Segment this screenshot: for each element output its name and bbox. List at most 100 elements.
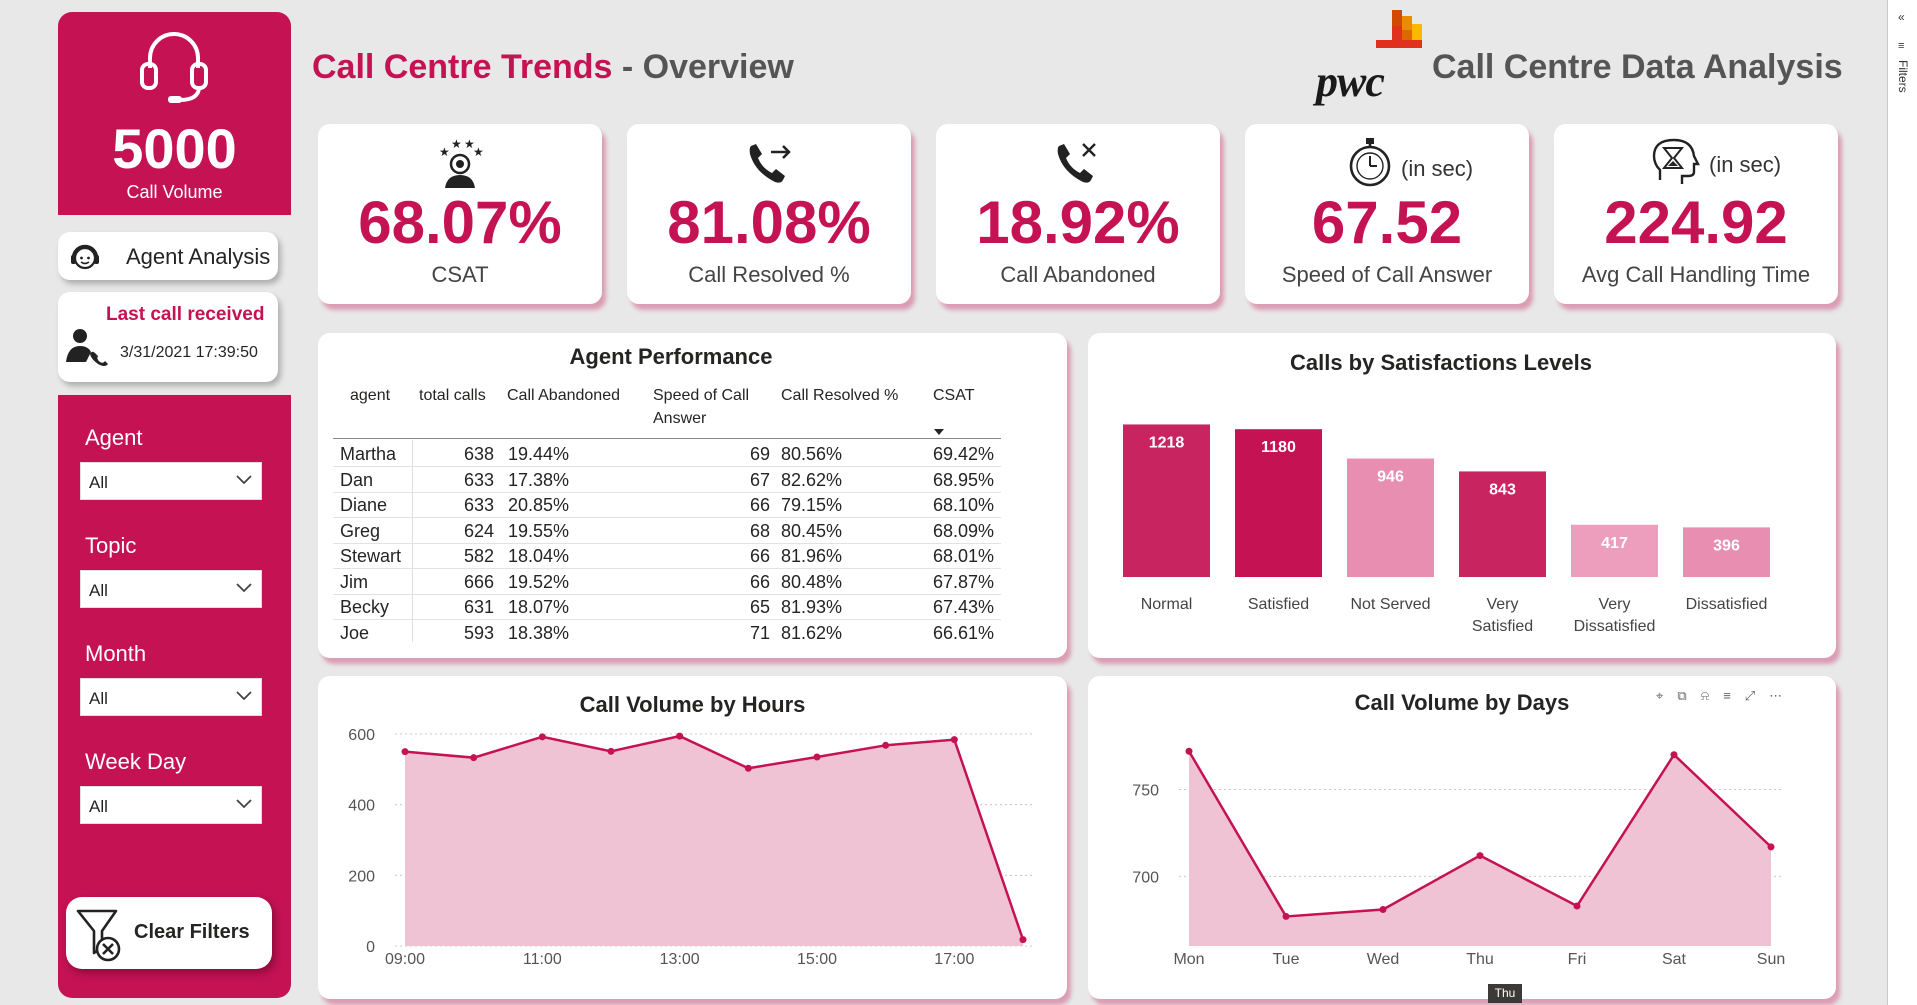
filter-icon: ≡	[1898, 40, 1905, 52]
table-cell: 638	[463, 444, 494, 464]
bar-value-label: 417	[1601, 535, 1628, 552]
kpi-label: CSAT	[431, 262, 489, 287]
table-cell: 593	[463, 622, 494, 643]
table-cell: 79.15%	[781, 495, 843, 515]
table-row[interactable]: Martha 638 19.44% 69 80.56% 69.42%	[333, 441, 1001, 467]
table-cell: 67.43%	[933, 597, 995, 617]
data-point	[470, 754, 478, 762]
data-point	[607, 747, 615, 755]
agent-headset-face-icon	[71, 244, 99, 270]
bar-value-label: 1218	[1149, 434, 1185, 451]
table-cell: Becky	[340, 597, 390, 617]
column-header-call-resolved[interactable]: Call Resolved %	[781, 387, 898, 405]
weekday-slicer-dropdown[interactable]: All	[80, 786, 262, 824]
table-cell: Stewart	[340, 546, 402, 566]
chevron-down-icon	[236, 475, 252, 485]
column-header-speed-of-answer[interactable]: Speed of Call	[653, 387, 749, 405]
satisfaction-bar-chart: 1218 Normal 1180 Satisfied 946 Not Served 843 V…	[1123, 424, 1770, 635]
category-label: Satisfied	[1248, 596, 1309, 613]
data-point	[744, 764, 752, 772]
table-row[interactable]: Diane 633 20.85% 66 79.15% 68.10%	[333, 492, 1001, 518]
topic-slicer-value: All	[89, 581, 108, 600]
chart-tooltip: Thu	[1488, 984, 1522, 1003]
kpi-value: 224.92	[1604, 189, 1788, 256]
table-cell: 67.87%	[933, 571, 995, 592]
kpi-card-call-abandoned: 18.92% Call Abandoned	[936, 124, 1220, 304]
month-slicer-label: Month	[85, 641, 147, 666]
x-tick-label: 09:00	[385, 951, 425, 968]
month-slicer-dropdown[interactable]: All	[80, 678, 262, 716]
column-header-agent[interactable]: agent	[350, 387, 390, 405]
table-cell: 68.09%	[933, 520, 995, 541]
phone-forward-icon	[749, 144, 791, 183]
kpi-card-call-resolved: 81.08% Call Resolved %	[627, 124, 911, 304]
kpi-unit: (in sec)	[1709, 152, 1782, 177]
table-header-divider	[333, 438, 1001, 439]
call-volume-value: 5000	[112, 117, 237, 180]
table-cell: 19.55%	[508, 520, 570, 541]
agent-analysis-button[interactable]: Agent Analysis	[58, 232, 278, 280]
pwc-logo-text: pwc	[1316, 57, 1385, 106]
table-cell: 18.07%	[508, 597, 570, 617]
agent-slicer-dropdown[interactable]: All	[80, 462, 262, 500]
table-cell: 71	[749, 622, 770, 643]
chevron-down-icon	[236, 799, 252, 809]
header-right-title: Call Centre Data Analysis	[1432, 48, 1843, 86]
filters-pane-collapsed[interactable]: « ≡ Filters	[1887, 0, 1917, 1005]
weekday-slicer-value: All	[89, 797, 108, 816]
table-row[interactable]: Greg 624 19.55% 68 80.45% 68.09%	[333, 518, 1001, 544]
table-row[interactable]: Joe 593 18.38% 71 81.62% 66.61%	[333, 620, 1001, 646]
kpi-label: Call Abandoned	[1000, 262, 1156, 287]
y-tick-label: 400	[348, 798, 375, 815]
y-tick-label: 700	[1132, 869, 1159, 886]
table-cell: Greg	[340, 520, 381, 541]
x-tick-label: Sun	[1757, 951, 1785, 968]
column-header-speed-of-answer-line2[interactable]: Answer	[653, 410, 706, 428]
svg-text:★: ★	[451, 138, 462, 151]
table-row[interactable]: Jim 666 19.52% 66 80.48% 67.87%	[333, 569, 1001, 595]
table-row[interactable]: Stewart 582 18.04% 66 81.96% 68.01%	[333, 543, 1001, 569]
table-row[interactable]: Dan 633 17.38% 67 82.62% 68.95%	[333, 467, 1001, 493]
table-cell: 65	[749, 597, 770, 617]
agent-performance-title: Agent Performance	[569, 344, 773, 369]
agent-slicer-label: Agent	[85, 425, 143, 450]
x-tick-label: Sat	[1662, 951, 1687, 968]
table-row[interactable]: Becky 631 18.07% 65 81.93% 67.43%	[333, 594, 1001, 620]
clear-filters-button[interactable]: Clear Filters	[66, 897, 272, 969]
filters-pane-label[interactable]: Filters	[1896, 60, 1910, 93]
data-point	[676, 732, 684, 740]
category-label: Dissatisfied	[1686, 596, 1768, 613]
x-tick-label: Tue	[1273, 951, 1300, 968]
kpi-unit: (in sec)	[1401, 156, 1474, 181]
y-tick-label: 0	[366, 939, 375, 956]
headset-icon	[140, 32, 208, 103]
bar-value-label: 946	[1377, 469, 1404, 486]
bar-value-label: 1180	[1261, 439, 1296, 456]
topic-slicer-dropdown[interactable]: All	[80, 570, 262, 608]
column-header-call-abandoned[interactable]: Call Abandoned	[507, 387, 620, 405]
hours-area-chart: 0 200 400 600 09:00 11:00 13:00 15:00 17:00	[348, 727, 1033, 968]
svg-text:★: ★	[439, 145, 450, 159]
days-area-chart: 700 750 Mon Tue Wed Thu Fri Sat Sun	[1132, 747, 1785, 968]
kpi-value: 68.07%	[358, 189, 562, 256]
csat-person-stars-icon: ★ ★ ★ ★	[439, 138, 484, 188]
page-title-main: Call Centre Trends	[312, 48, 613, 86]
topic-slicer-label: Topic	[85, 533, 137, 558]
data-point	[1573, 902, 1581, 910]
agent-slicer-value: All	[89, 473, 108, 492]
data-point	[1019, 936, 1027, 944]
table-cell: Jim	[340, 571, 368, 592]
x-tick-label: Thu	[1466, 951, 1494, 968]
data-point	[1379, 905, 1387, 913]
head-hourglass-icon	[1652, 138, 1700, 184]
kpi-value: 81.08%	[667, 189, 871, 256]
column-header-csat[interactable]: CSAT	[933, 387, 974, 405]
category-label: Very	[1486, 596, 1518, 613]
expand-filters-icon[interactable]: «	[1898, 10, 1905, 24]
sort-descending-icon[interactable]	[933, 428, 945, 436]
bar-value-label: 396	[1713, 537, 1740, 554]
category-label: Not Served	[1350, 596, 1430, 613]
column-header-total-calls[interactable]: total calls	[419, 387, 486, 405]
stopwatch-icon	[1349, 138, 1391, 187]
table-cell: 666	[463, 571, 494, 592]
